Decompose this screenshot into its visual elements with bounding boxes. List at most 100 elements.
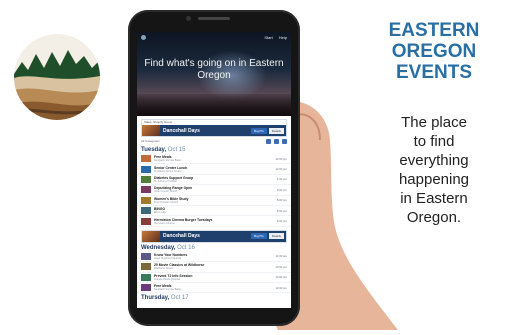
app-topbar: Start Help [137,32,291,42]
details-button[interactable]: Details [268,127,284,134]
list-view-icon[interactable] [274,138,279,144]
phone-device: Start Help Find what's going on in Easte… [128,10,300,326]
day-label: Wednesday, [141,244,176,251]
event-text: 20 Movie Classics at Wildhorse Wildhorse … [154,263,275,270]
day-header: Tuesday, Oct 15 [137,145,291,154]
event-venue: Sandwich Sunrise Baker... [154,288,184,292]
event-text: Prevent T2 Info Session Grande Ronde Hosp… [154,274,275,281]
day-date: Oct 17 [170,295,189,302]
event-time: 6:00 pm [276,219,287,224]
calendar-view-icon[interactable] [282,138,287,144]
event-row[interactable]: Free Meals Sandwich Sunrise Baker... 12:00… [137,154,291,165]
event-thumbnail [141,175,151,183]
heading-line: EVENTS [395,62,473,83]
event-time: 6:00 pm [276,208,287,213]
event-thumbnail [141,165,151,173]
details-button[interactable]: Details [268,233,284,240]
event-venue: St. Anthony Hospital [154,179,177,183]
event-text: Free Meals Sandwich Sunrise Baker... [154,155,275,162]
featured-event-card[interactable]: Sales: Shopify Gems Dancehall Days Buy/T… [141,119,287,137]
tagline-line: to find [413,133,455,150]
brand-logo-icon [141,34,146,40]
tagline-line: happening [398,171,470,188]
event-thumbnail [141,252,151,260]
day-label: Tuesday, [141,147,167,153]
tagline: The place to find everything happening i… [376,113,492,227]
featured-title: Dancehall Days [163,233,200,240]
speaker-grille [198,17,230,20]
event-venue: Wildhorse Resort [154,267,174,271]
heading-line: OREGON [391,41,477,62]
event-row[interactable]: BINGO Elks Lodge 6:00 pm [137,206,291,217]
event-thumbnail [141,186,151,194]
page-heading: EASTERN OREGON EVENTS [370,20,498,83]
event-venue: Elks Lodge [154,211,167,215]
event-time: 12:00 pm [275,156,287,161]
event-thumbnail [141,263,151,271]
tagline-line: in Eastern [400,190,468,207]
event-text: Women's Bible Study First Christian Churc… [154,197,277,204]
event-thumbnail [141,217,151,225]
grid-view-icon[interactable] [266,138,271,144]
featured-thumbnail [142,230,160,242]
hero-title: Find what's going on in Eastern Oregon [144,58,284,81]
day-label: Thursday, [141,295,170,302]
event-row[interactable]: Senior Center Lunch Pendleton Senior Cent… [137,164,291,175]
event-thumbnail [141,207,151,215]
featured-row: Dancehall Days Buy/Tix Details [142,125,286,136]
tagline-line: The place [401,114,467,131]
heading-line: EASTERN [388,20,480,41]
event-thumbnail [141,155,151,163]
event-time: 12:00 pm [275,285,287,290]
event-time: 3:00 pm [276,187,287,192]
phone-screen: Start Help Find what's going on in Easte… [137,32,291,308]
event-row[interactable]: Prevent T2 Info Session Grande Ronde Hosp… [137,273,291,283]
featured-row: Dancehall Days Buy/Tix Details [142,230,286,242]
event-thumbnail [141,273,151,281]
day-date: Oct 16 [177,244,195,251]
event-text: Deputizing Range Open Union County Sherif… [154,186,277,193]
day-date: Oct 15 [167,147,186,153]
event-text: Senior Center Lunch Pendleton Senior Cent… [154,166,275,173]
event-row[interactable]: Diabetes Support Group St. Anthony Hospit… [137,175,291,186]
categories-filter[interactable]: All Categories [141,139,160,143]
event-thumbnail [141,196,151,204]
event-text: Hermiston Cinema Burger Tuesdays Hermisto… [154,218,277,225]
event-venue: First Christian Church [154,200,179,204]
event-time: 11:00 am [275,254,287,259]
event-time: 12:00 pm [275,264,287,269]
event-row[interactable]: Know Your Numbers Good Shepherd Medical 11… [137,252,291,263]
featured-title: Dancehall Days [163,127,200,134]
event-venue: Union County Sheriff [154,190,178,194]
top-nav: Start Help [264,35,287,40]
buy-tickets-button[interactable]: Buy/Tix [250,127,267,134]
event-row[interactable]: Deputizing Range Open Union County Sherif… [137,185,291,196]
event-text: Free Meals Sandwich Sunrise Baker... [154,284,275,291]
app-brand[interactable] [141,34,148,40]
tagline-line: everything [399,152,469,169]
event-thumbnail [141,284,151,292]
event-text: BINGO Elks Lodge [154,207,277,214]
event-row[interactable]: Women's Bible Study First Christian Churc… [137,196,291,206]
camera-icon [186,16,191,21]
featured-thumbnail [142,125,160,136]
nav-help[interactable]: Help [279,35,287,40]
event-row[interactable]: 20 Movie Classics at Wildhorse Wildhorse … [137,262,291,273]
event-time: 6:00 pm [276,198,287,203]
event-venue: Sandwich Sunrise Baker... [154,159,184,163]
event-time: 12:00 pm [275,275,287,280]
event-venue: Grande Ronde Hospital [154,277,181,281]
nav-start[interactable]: Start [264,35,272,40]
day-header: Wednesday, Oct 16 [137,243,291,252]
day-header: Thursday, Oct 17 [137,293,291,302]
featured-event-card-repeat[interactable]: Dancehall Days Buy/Tix Details [141,229,287,243]
event-time: 1:00 pm [276,177,287,182]
event-row[interactable]: Free Meals Sandwich Sunrise Baker... 12:00… [137,283,291,294]
crowd-silhouette [137,94,291,116]
hero-banner: Start Help Find what's going on in Easte… [137,32,291,116]
event-time: 12:00 pm [275,167,287,172]
event-row[interactable]: Hermiston Cinema Burger Tuesdays Hermisto… [137,216,291,227]
event-text: Know Your Numbers Good Shepherd Medical [154,253,276,260]
buy-tickets-button[interactable]: Buy/Tix [250,233,267,240]
event-venue: Pendleton Senior Center [154,169,182,173]
